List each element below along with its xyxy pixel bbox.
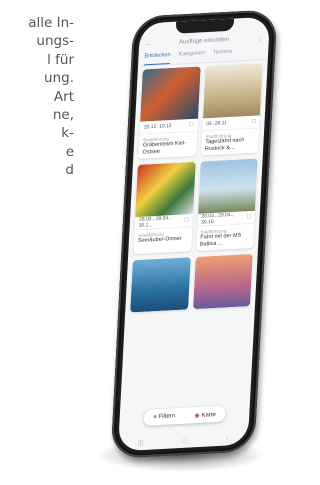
phone-screen: ← Ausflüge erkunden ⋮ Entdecken Kategori…	[117, 16, 271, 452]
event-desc: Stadtführung Gräbenteam Kiel-Ostsee	[138, 132, 197, 159]
event-card[interactable]: 20.12. 10:15 □ Stadtführung Gräbenteam K…	[138, 66, 201, 159]
background-text-line: ne,	[52, 107, 74, 124]
event-image	[192, 253, 253, 310]
event-image	[130, 257, 191, 313]
recents-icon[interactable]: |||	[138, 439, 144, 446]
filter-icon: ≡	[153, 414, 157, 421]
background-text-line: ung.	[44, 70, 74, 87]
tab-termine[interactable]: Termine	[213, 49, 233, 62]
event-date: 28.03., 29.04., 30.1...	[138, 215, 172, 229]
event-date: 04.-28.11	[206, 120, 228, 128]
event-card[interactable]	[192, 253, 253, 310]
map-pin-icon: ◉	[194, 412, 200, 419]
home-icon[interactable]: □	[182, 437, 187, 444]
event-card[interactable]	[130, 257, 191, 313]
event-desc: Stadtführung Seeräuber-Dinner	[133, 227, 192, 254]
background-text-line: ungs-	[36, 33, 74, 50]
event-card[interactable]: 20.03., 29.04., 30.10. □ Stadtführung Fa…	[195, 158, 258, 251]
background-text-line: Art	[53, 88, 74, 105]
event-date: 20.03., 29.04., 30.10.	[200, 211, 234, 226]
background-text: alle In- ungs- l für ung. Art ne, k- e d	[0, 14, 74, 180]
event-card[interactable]: 04.-28.11 □ Stadtführung Tagesfahrt nach…	[200, 63, 263, 156]
map-button[interactable]: ◉ Karte	[194, 411, 216, 419]
calendar-icon[interactable]: □	[189, 122, 193, 128]
event-image	[202, 63, 263, 119]
background-text-line: k-	[61, 125, 74, 142]
event-title: Seeräuber-Dinner	[137, 235, 182, 244]
filter-button[interactable]: ≡ Filtern	[153, 413, 175, 420]
event-desc: Stadtführung Fahrt mit der MS Baltica ..…	[196, 224, 255, 251]
background-text-line: alle In-	[28, 15, 74, 31]
calendar-icon[interactable]: □	[184, 217, 188, 223]
event-image	[140, 66, 201, 122]
filter-label: Filtern	[158, 413, 176, 421]
app-title: Ausflüge erkunden	[178, 36, 230, 46]
event-title: Fahrt mit der MS Baltica ...	[199, 232, 242, 248]
event-date: 20.12. 10:15	[143, 123, 172, 131]
event-grid: 20.12. 10:15 □ Stadtführung Gräbenteam K…	[130, 63, 263, 313]
background-text-line: l für	[47, 51, 74, 68]
calendar-icon[interactable]: □	[252, 119, 256, 125]
back-icon[interactable]: ‹	[226, 435, 229, 442]
menu-icon[interactable]: ⋮	[257, 35, 263, 42]
background-text-line: d	[65, 162, 74, 179]
event-title: Tagesfahrt nach Rostock &...	[204, 137, 245, 152]
tab-kategorien[interactable]: Kategorien	[178, 50, 205, 63]
floating-action-bar: ≡ Filtern ◉ Karte	[143, 405, 226, 426]
tab-entdecken[interactable]: Entdecken	[144, 51, 171, 66]
event-card[interactable]: 28.03., 29.04., 30.1... □ Stadtführung S…	[133, 161, 196, 255]
event-title: Gräbenteam Kiel-Ostsee	[142, 140, 187, 156]
event-image	[197, 158, 258, 214]
event-desc: Stadtführung Tagesfahrt nach Rostock &..…	[201, 128, 260, 155]
background-text-line: e	[65, 143, 74, 160]
calendar-icon[interactable]: □	[247, 214, 251, 220]
phone-mockup: ← Ausflüge erkunden ⋮ Entdecken Kategori…	[110, 9, 278, 459]
event-image	[135, 161, 196, 218]
notch	[175, 18, 235, 34]
map-label: Karte	[201, 411, 216, 419]
